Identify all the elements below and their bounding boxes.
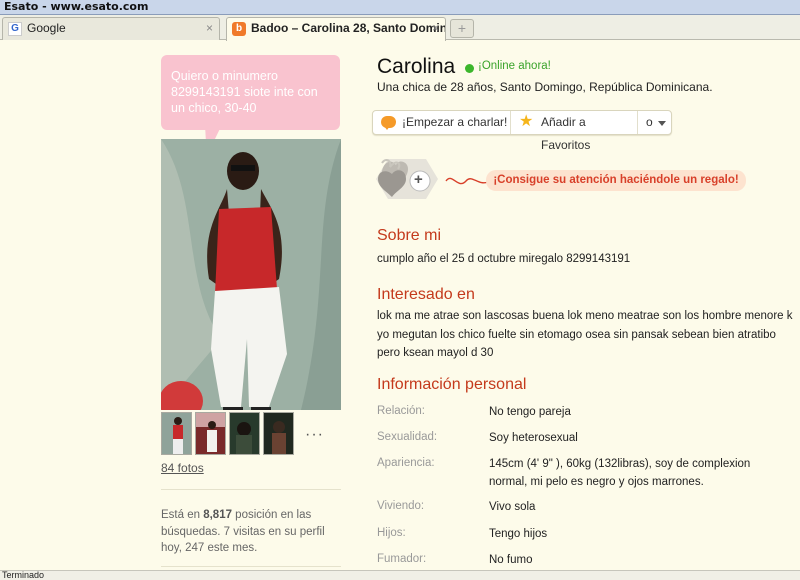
- interested-text: lok ma me atrae son lascosas buena lok m…: [377, 310, 793, 359]
- start-chat-label: ¡Empezar a charlar!: [402, 115, 508, 129]
- info-label-appearance: Apariencia:: [377, 457, 435, 469]
- info-label-relationship: Relación:: [377, 405, 425, 417]
- star-icon: ★: [519, 113, 534, 130]
- info-value-smoker: No fumo: [489, 554, 533, 566]
- start-chat-button[interactable]: ¡Empezar a charlar!: [373, 111, 510, 134]
- info-value-sexuality: Soy heterosexual: [489, 432, 578, 444]
- profile-name: Carolina: [377, 55, 456, 78]
- status-bar: Terminado: [0, 570, 800, 580]
- more-photos-indicator[interactable]: ···: [305, 426, 324, 444]
- about-text: cumplo año el 25 d octubre miregalo 8299…: [377, 253, 631, 265]
- badoo-favicon-icon: b: [232, 22, 246, 36]
- personal-info-section-title: Información personal: [377, 376, 527, 393]
- online-status-icon: [465, 64, 474, 73]
- new-tab-button[interactable]: +: [450, 19, 474, 38]
- chevron-down-icon: [658, 121, 666, 126]
- divider: [161, 489, 341, 490]
- tab-google[interactable]: G Google ×: [2, 17, 220, 40]
- chat-bubble-icon: [381, 116, 396, 130]
- profile-photo-image: [161, 139, 341, 410]
- about-section-title: Sobre mi: [377, 227, 442, 244]
- gift-call-to-action[interactable]: ¡Consigue su atención haciéndole un rega…: [486, 170, 746, 191]
- send-gift-button[interactable]: +: [374, 157, 440, 201]
- info-value-children: Tengo hijos: [489, 528, 548, 540]
- profile-subtitle: Una chica de 28 años, Santo Domingo, Rep…: [377, 80, 713, 94]
- rank-prefix: Está en: [161, 509, 204, 521]
- google-favicon-icon: G: [8, 22, 22, 36]
- more-actions-label: o: [646, 115, 653, 129]
- info-label-sexuality: Sexualidad:: [377, 431, 438, 443]
- profile-action-bar: ¡Empezar a charlar! ★ Añadir a Favoritos…: [372, 110, 672, 152]
- info-value-living: Vivo sola: [489, 501, 536, 513]
- tab-label: Google: [27, 21, 66, 35]
- interested-section-title: Interesado en: [377, 286, 475, 303]
- info-label-smoker: Fumador:: [377, 553, 427, 565]
- close-icon[interactable]: ×: [432, 18, 439, 39]
- add-favorites-label: Añadir a Favoritos: [541, 115, 591, 152]
- status-message-bubble: Quiero o minumero 8299143191 siote inte …: [161, 55, 340, 130]
- close-icon[interactable]: ×: [206, 18, 213, 39]
- more-actions-dropdown[interactable]: o: [638, 111, 672, 134]
- divider: [161, 566, 341, 567]
- tab-badoo[interactable]: b Badoo – Carolina 28, Santo Domin... ×: [226, 17, 446, 41]
- search-rank-stats: Está en 8,817 posición en las búsquedas.…: [161, 507, 341, 557]
- tab-strip: G Google × b Badoo – Carolina 28, Santo …: [0, 15, 800, 41]
- tab-label: Badoo – Carolina 28, Santo Domin...: [251, 21, 446, 35]
- rank-number: 8,817: [203, 509, 232, 521]
- profile-photo[interactable]: [161, 139, 341, 410]
- window-title: Esato - www.esato.com: [0, 0, 800, 15]
- info-label-living: Viviendo:: [377, 500, 425, 512]
- photos-count-link[interactable]: 84 fotos: [161, 461, 204, 475]
- add-favorites-button[interactable]: ★ Añadir a Favoritos: [511, 111, 637, 152]
- photo-thumbnail[interactable]: [161, 412, 192, 455]
- plus-icon: +: [414, 171, 423, 188]
- squiggle-connector: [445, 177, 489, 185]
- photo-thumbnail[interactable]: [229, 412, 260, 455]
- info-value-relationship: No tengo pareja: [489, 406, 571, 418]
- info-value-appearance: 145cm (4' 9" ), 60kg (132libras), soy de…: [489, 458, 751, 488]
- info-label-children: Hijos:: [377, 527, 406, 539]
- gift-heart-icon: [376, 159, 438, 199]
- photo-thumbnail[interactable]: [195, 412, 226, 455]
- online-status-label: ¡Online ahora!: [478, 60, 551, 72]
- photo-thumbnail[interactable]: [263, 412, 294, 455]
